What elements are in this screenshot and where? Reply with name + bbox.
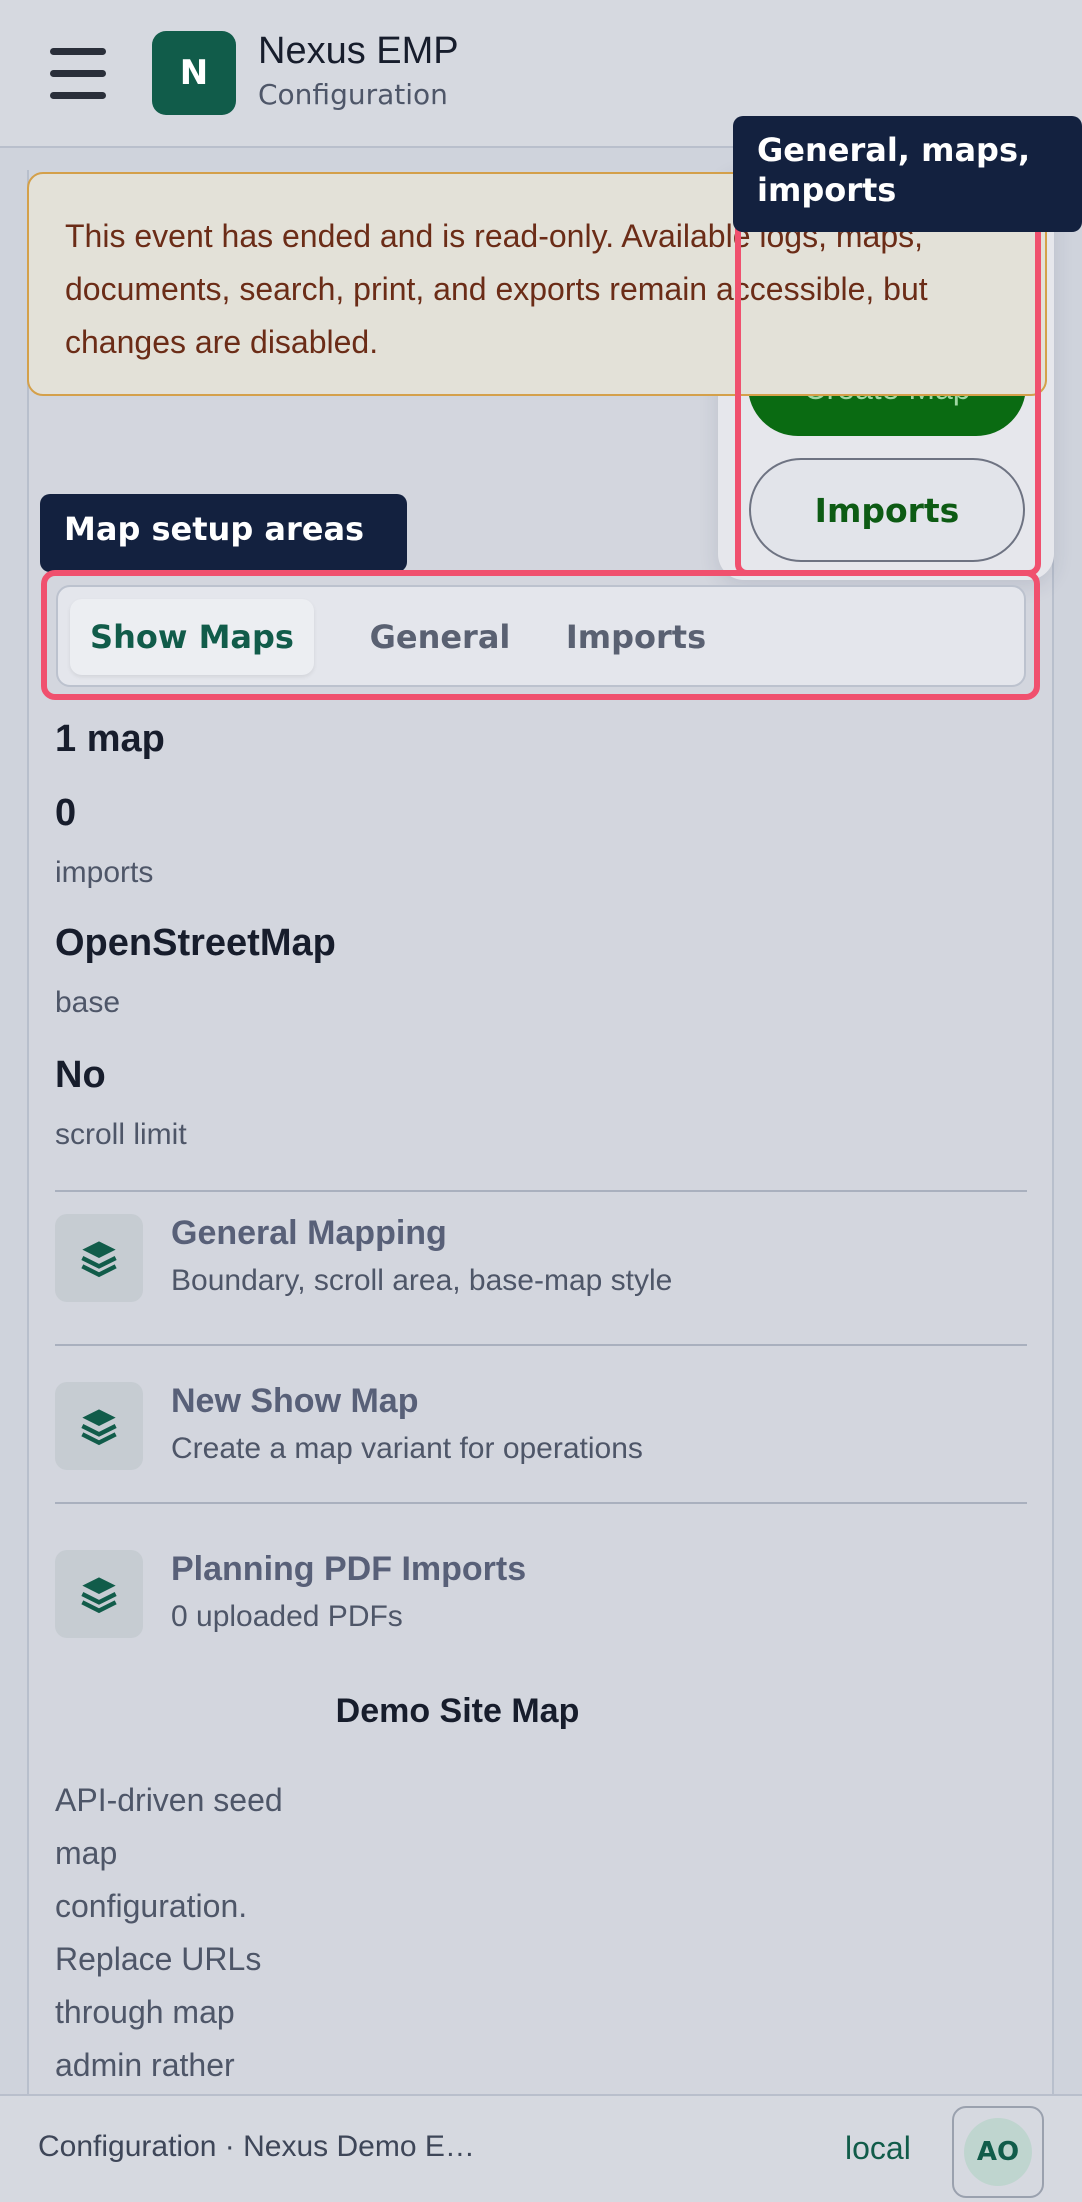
map-setup-tabs: Show Maps General Imports bbox=[56, 585, 1026, 687]
layers-icon bbox=[55, 1382, 143, 1470]
tab-show-maps[interactable]: Show Maps bbox=[70, 599, 314, 675]
layers-icon bbox=[55, 1214, 143, 1302]
divider bbox=[55, 1502, 1027, 1504]
tab-general[interactable]: General bbox=[354, 599, 526, 675]
environment-badge: local bbox=[845, 2130, 911, 2166]
footer-context: Configuration · Nexus Demo E… bbox=[38, 2130, 475, 2163]
demo-map-description: API-driven seed map configuration. Repla… bbox=[55, 1782, 283, 2083]
maps-count: 1 map bbox=[55, 718, 165, 760]
page-subtitle: Configuration bbox=[258, 78, 448, 111]
tooltip-map-setup-areas: Map setup areas bbox=[40, 494, 407, 572]
list-item-subtitle: Boundary, scroll area, base-map style bbox=[171, 1264, 673, 1297]
list-item-subtitle: 0 uploaded PDFs bbox=[171, 1600, 403, 1633]
tab-imports[interactable]: Imports bbox=[548, 599, 724, 675]
tooltip-general-maps-imports: General, maps, imports bbox=[733, 116, 1082, 232]
user-menu-button[interactable]: AO bbox=[952, 2106, 1044, 2198]
list-item-title: General Mapping bbox=[171, 1214, 447, 1252]
imports-label: imports bbox=[55, 856, 154, 889]
imports-count: 0 bbox=[55, 792, 77, 834]
base-label: base bbox=[55, 986, 121, 1019]
list-item-new-show-map[interactable]: New Show Map Create a map variant for op… bbox=[55, 1368, 1027, 1478]
app-logo: N bbox=[152, 31, 236, 115]
app-name: Nexus EMP bbox=[258, 30, 459, 72]
base-map-value: OpenStreetMap bbox=[55, 922, 336, 964]
avatar: AO bbox=[964, 2118, 1032, 2186]
actions-highlight bbox=[735, 196, 1041, 576]
status-footer: Configuration · Nexus Demo E… local AO bbox=[0, 2094, 1082, 2202]
list-item-subtitle: Create a map variant for operations bbox=[171, 1432, 643, 1465]
divider bbox=[55, 1190, 1027, 1192]
list-item-general-mapping[interactable]: General Mapping Boundary, scroll area, b… bbox=[55, 1200, 1027, 1310]
divider bbox=[55, 1344, 1027, 1346]
list-item-title: Planning PDF Imports bbox=[171, 1550, 527, 1588]
scroll-limit-value: No bbox=[55, 1054, 106, 1096]
hamburger-icon[interactable] bbox=[50, 48, 106, 99]
scroll-limit-label: scroll limit bbox=[55, 1118, 187, 1151]
list-item-title: New Show Map bbox=[171, 1382, 419, 1420]
list-item-planning-pdf-imports[interactable]: Planning PDF Imports 0 uploaded PDFs bbox=[55, 1536, 1027, 1646]
layers-icon bbox=[55, 1550, 143, 1638]
demo-map-title: Demo Site Map bbox=[335, 1692, 580, 1730]
